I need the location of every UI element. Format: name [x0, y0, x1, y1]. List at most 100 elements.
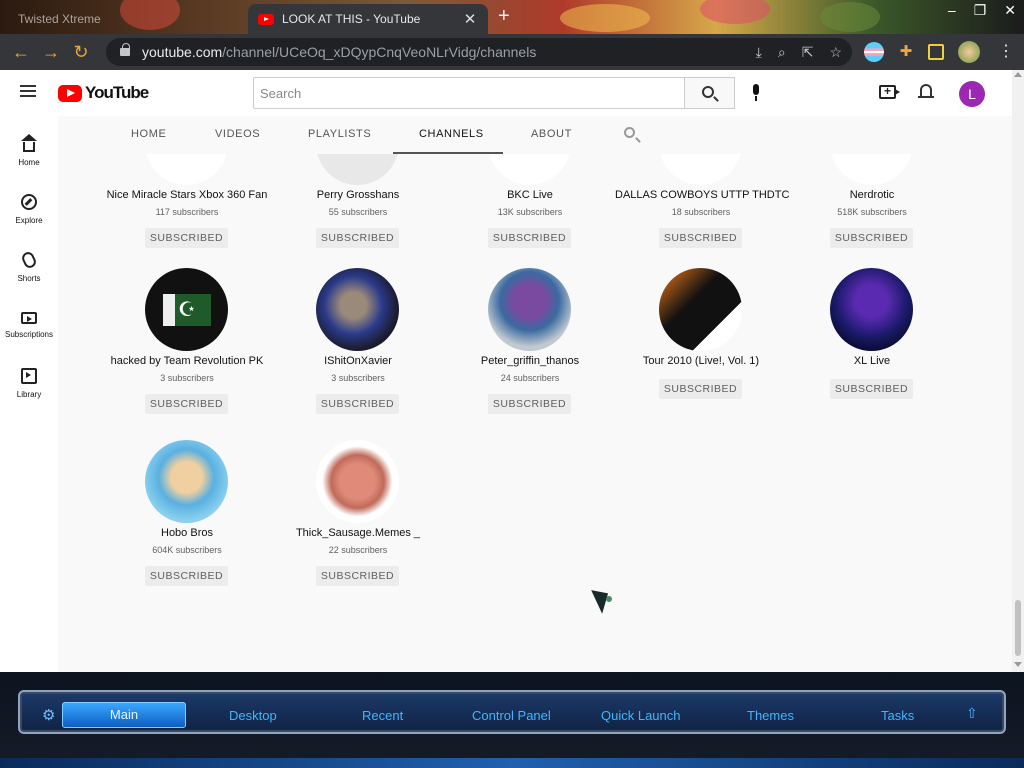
- channel-name[interactable]: Nice Miracle Stars Xbox 360 Fan: [101, 189, 273, 201]
- search-button[interactable]: [684, 77, 735, 109]
- forward-arrow-icon[interactable]: →: [36, 42, 66, 63]
- sidebar-item-library[interactable]: Library: [0, 368, 58, 399]
- subscribed-button[interactable]: SUBSCRIBED: [316, 228, 399, 248]
- taskbar-recent[interactable]: Recent: [362, 708, 403, 723]
- omnibox-actions: ⤓ ⌕ ⇱ ☆: [756, 44, 842, 61]
- taskbar-tasks[interactable]: Tasks: [881, 708, 914, 723]
- channel-name[interactable]: Thick_Sausage.Memes _: [272, 527, 444, 539]
- profile-avatar-icon[interactable]: [958, 41, 980, 63]
- sidebar-item-explore[interactable]: Explore: [0, 194, 58, 225]
- subscribed-button[interactable]: SUBSCRIBED: [145, 566, 228, 586]
- compass-icon: [21, 194, 37, 210]
- taskbar-desktop[interactable]: Desktop: [229, 708, 277, 723]
- sidebar-item-home[interactable]: Home: [0, 134, 58, 167]
- channel-avatar[interactable]: ☪: [145, 268, 228, 351]
- install-icon[interactable]: ⤓: [756, 44, 762, 61]
- subscriber-count: 3 subscribers: [331, 373, 385, 383]
- subscriptions-icon: [21, 312, 37, 324]
- subscribed-button[interactable]: SUBSCRIBED: [659, 228, 742, 248]
- scrollbar-thumb[interactable]: [1015, 600, 1021, 656]
- tab-twisted-xtreme[interactable]: Twisted Xtreme: [8, 4, 244, 34]
- browser-menu-icon[interactable]: ⋮: [996, 42, 1016, 62]
- taskbar-main-button[interactable]: Main: [62, 702, 186, 728]
- channel-name[interactable]: DALLAS COWBOYS UTTP THDTC: [615, 189, 789, 201]
- subscribed-button[interactable]: SUBSCRIBED: [145, 394, 228, 414]
- subscriber-count: 22 subscribers: [328, 545, 388, 555]
- subscribed-button[interactable]: SUBSCRIBED: [830, 228, 913, 248]
- youtube-logo[interactable]: YouTube: [58, 83, 149, 103]
- channel-name[interactable]: Hobo Bros: [101, 527, 273, 539]
- channel-name[interactable]: hacked by Team Revolution PK: [101, 355, 273, 367]
- sidebar-item-shorts[interactable]: Shorts: [0, 250, 58, 283]
- restore-icon[interactable]: ❐: [974, 2, 987, 19]
- extensions-puzzle-icon[interactable]: ✚: [896, 42, 916, 62]
- close-window-icon[interactable]: ✕: [1004, 2, 1016, 19]
- scroll-down-arrow-icon[interactable]: [1014, 662, 1022, 667]
- reload-icon[interactable]: ↻: [66, 42, 96, 63]
- channel-name[interactable]: Nerdrotic: [786, 189, 958, 201]
- tab-about[interactable]: ABOUT: [531, 128, 572, 140]
- notifications-bell-icon[interactable]: [918, 84, 934, 100]
- wallpaper-splash: [560, 4, 650, 32]
- microphone-icon[interactable]: [751, 84, 761, 102]
- channel-name[interactable]: Tour 2010 (Live!, Vol. 1): [615, 355, 787, 367]
- taskbar-glow: [0, 758, 1024, 768]
- subscribed-button[interactable]: SUBSCRIBED: [316, 394, 399, 414]
- wallpaper-splash: [700, 0, 770, 24]
- channel-avatar[interactable]: [488, 268, 571, 351]
- account-avatar[interactable]: L: [959, 81, 985, 107]
- back-arrow-icon[interactable]: ←: [6, 42, 36, 63]
- subscribed-button[interactable]: SUBSCRIBED: [316, 566, 399, 586]
- sidebar-item-subscriptions[interactable]: Subscriptions: [0, 308, 58, 339]
- tab-home[interactable]: HOME: [131, 128, 166, 140]
- channel-name[interactable]: IShitOnXavier: [272, 355, 444, 367]
- youtube-play-icon: [58, 84, 82, 102]
- subscribed-button[interactable]: SUBSCRIBED: [830, 379, 913, 399]
- new-tab-button[interactable]: +: [498, 5, 510, 28]
- tab-playlists[interactable]: PLAYLISTS: [308, 128, 371, 140]
- sidebar-item-label: Home: [18, 158, 40, 167]
- taskbar-themes[interactable]: Themes: [747, 708, 794, 723]
- tab-channels[interactable]: CHANNELS: [419, 128, 484, 140]
- taskbar-control-panel[interactable]: Control Panel: [472, 708, 551, 723]
- extension-flag-icon[interactable]: [864, 42, 884, 62]
- channel-name[interactable]: BKC Live: [444, 189, 616, 201]
- zoom-icon[interactable]: ⌕: [778, 44, 786, 61]
- subscribed-button[interactable]: SUBSCRIBED: [145, 228, 228, 248]
- pakistan-flag-icon: ☪: [163, 294, 211, 326]
- search-input[interactable]: [253, 77, 685, 109]
- taskbar-quick-launch[interactable]: Quick Launch: [601, 708, 681, 723]
- taskbar-expand-arrow-icon[interactable]: ⇧: [966, 705, 978, 722]
- address-bar[interactable]: youtube.com/channel/UCeOq_xDQypCnqVeoNLr…: [106, 38, 852, 66]
- page-scrollbar[interactable]: [1012, 70, 1024, 672]
- channel-tabs: HOME VIDEOS PLAYLISTS CHANNELS ABOUT: [58, 116, 1012, 154]
- close-tab-icon[interactable]: ✕: [462, 10, 478, 28]
- tab-youtube-active[interactable]: LOOK AT THIS - YouTube ✕: [248, 4, 488, 34]
- share-icon[interactable]: ⇱: [802, 44, 814, 61]
- minimize-icon[interactable]: –: [948, 2, 956, 19]
- scroll-up-arrow-icon[interactable]: [1014, 72, 1022, 77]
- cursor-decoration: [606, 596, 612, 602]
- channel-avatar[interactable]: [659, 268, 742, 351]
- channel-name[interactable]: Peter_griffin_thanos: [444, 355, 616, 367]
- channels-grid: Nice Miracle Stars Xbox 360 Fan 117 subsc…: [58, 70, 1012, 672]
- browser-tab-strip: Twisted Xtreme LOOK AT THIS - YouTube ✕ …: [0, 0, 1024, 34]
- channel-avatar[interactable]: [316, 440, 399, 523]
- create-video-icon[interactable]: +: [879, 85, 900, 99]
- desktop-taskbar: ⚙ Main Desktop Recent Control Panel Quic…: [0, 672, 1024, 768]
- side-panel-icon[interactable]: [928, 44, 944, 60]
- channel-name[interactable]: XL Live: [786, 355, 958, 367]
- hamburger-menu-icon[interactable]: [20, 85, 36, 97]
- channel-avatar[interactable]: [145, 440, 228, 523]
- tab-videos[interactable]: VIDEOS: [215, 128, 260, 140]
- channel-name[interactable]: Perry Grosshans: [272, 189, 444, 201]
- settings-gear-icon[interactable]: ⚙: [42, 706, 55, 724]
- bookmark-star-icon[interactable]: ☆: [829, 44, 842, 61]
- channel-avatar[interactable]: [316, 268, 399, 351]
- url-path: /channel/UCeOq_xDQypCnqVeoNLrVidg/channe…: [222, 44, 537, 60]
- subscribed-button[interactable]: SUBSCRIBED: [488, 228, 571, 248]
- subscribed-button[interactable]: SUBSCRIBED: [659, 379, 742, 399]
- subscribed-button[interactable]: SUBSCRIBED: [488, 394, 571, 414]
- search-icon: [624, 127, 635, 138]
- channel-avatar[interactable]: [830, 268, 913, 351]
